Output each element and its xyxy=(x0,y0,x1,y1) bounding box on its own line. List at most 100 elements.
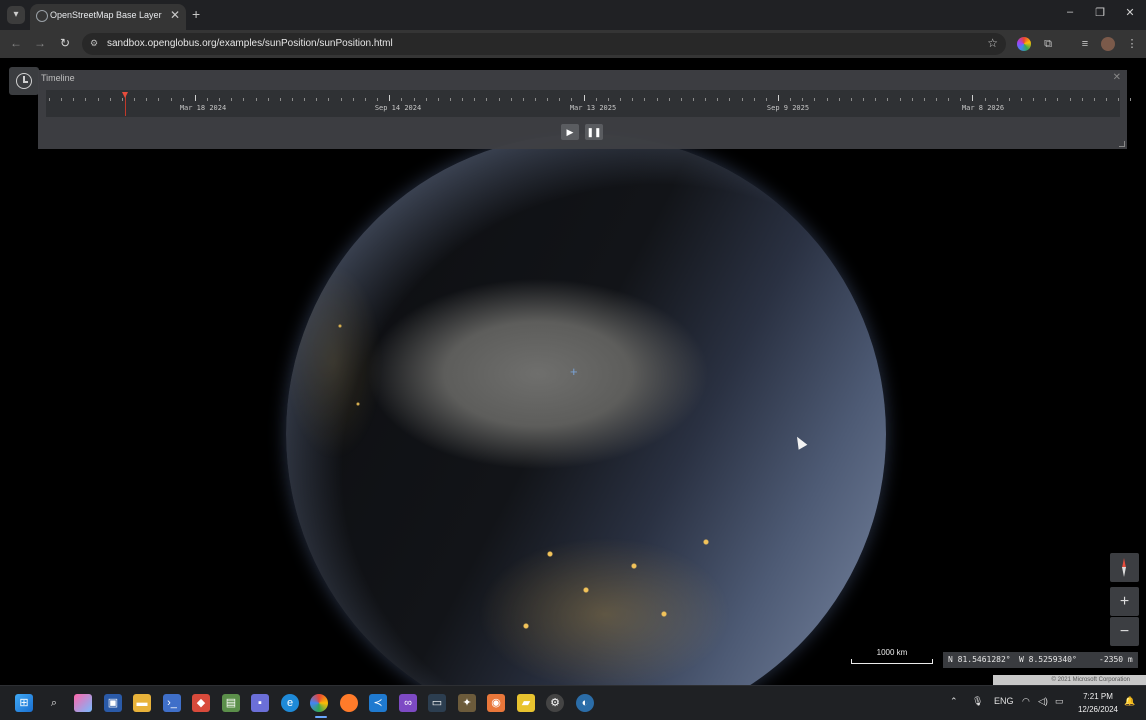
reload-button[interactable]: ↻ xyxy=(57,36,73,50)
timeline-tick xyxy=(802,98,804,101)
timeline-tick xyxy=(996,98,998,101)
sticky-notes-icon[interactable]: ▰ xyxy=(517,694,535,712)
timeline-tick xyxy=(753,98,755,101)
timeline-tick xyxy=(875,98,877,101)
edge-icon[interactable]: e xyxy=(281,694,299,712)
close-tab-icon[interactable]: ✕ xyxy=(170,8,180,22)
volume-icon[interactable]: ◁) xyxy=(1038,696,1048,707)
timeline-tick xyxy=(826,98,828,101)
pause-button[interactable]: ❚❚ xyxy=(585,124,603,140)
timeline-tick xyxy=(644,98,646,101)
resize-handle[interactable] xyxy=(1119,141,1125,147)
back-button[interactable]: ← xyxy=(8,36,24,50)
globe-app-icon[interactable]: ◐ xyxy=(576,694,594,712)
timeline-tick xyxy=(729,98,731,101)
timeline-tick xyxy=(814,98,816,101)
forward-button[interactable]: → xyxy=(32,36,48,50)
timeline-tick xyxy=(1130,98,1132,101)
timeline-tick xyxy=(73,98,75,101)
app-settings-icon[interactable]: ⚙ xyxy=(546,694,564,712)
visual-studio-icon[interactable]: ∞ xyxy=(399,694,417,712)
search-icon[interactable]: ⌕ xyxy=(45,694,63,712)
tab-search-button[interactable]: ▾ xyxy=(7,6,25,24)
timeline-close-icon[interactable]: ✕ xyxy=(1113,72,1121,83)
zoom-in-button[interactable]: + xyxy=(1110,587,1139,616)
browser-tab[interactable]: OpenStreetMap Base Layer ✕ xyxy=(30,4,186,30)
center-crosshair-icon: + xyxy=(570,364,578,379)
site-info-icon[interactable]: ⚙ xyxy=(90,38,101,49)
firefox-icon[interactable] xyxy=(340,694,358,712)
timeline-tick xyxy=(462,98,464,101)
tab-title: OpenStreetMap Base Layer xyxy=(50,10,162,20)
timeline-tick xyxy=(838,98,840,101)
notification-bell-icon[interactable]: 🔔 xyxy=(1124,696,1135,707)
timeline-toggle-button[interactable] xyxy=(9,67,39,95)
minimize-button[interactable]: – xyxy=(1060,6,1080,18)
bookmark-star-icon[interactable]: ☆ xyxy=(987,36,998,50)
copilot-icon[interactable] xyxy=(74,694,92,712)
timeline-label: Mar 13 2025 xyxy=(569,104,617,112)
app-red-icon[interactable]: ◆ xyxy=(192,694,210,712)
timeline-tick xyxy=(377,98,379,101)
timeline-tick xyxy=(437,98,439,101)
timeline-tick xyxy=(899,98,901,101)
timeline-tick xyxy=(1008,98,1010,101)
extensions-icon[interactable]: ⧉ xyxy=(1041,37,1055,51)
timeline-tick xyxy=(607,98,609,101)
wifi-icon[interactable]: ◠ xyxy=(1022,696,1030,707)
browser-window: ▾ OpenStreetMap Base Layer ✕ + – ❐ ✕ ← →… xyxy=(0,0,1146,720)
timeline-title: Timeline xyxy=(41,73,75,83)
timeline-tick xyxy=(935,98,937,101)
profile-avatar[interactable] xyxy=(1101,37,1115,51)
tray-overflow-icon[interactable]: ⌃ xyxy=(950,696,958,707)
gimp-icon[interactable]: ✦ xyxy=(458,694,476,712)
start-windows-icon[interactable]: ⊞ xyxy=(15,694,33,712)
monitor-app-icon[interactable]: ▭ xyxy=(428,694,446,712)
timeline-tick xyxy=(522,98,524,101)
new-tab-button[interactable]: + xyxy=(192,6,200,22)
battery-icon[interactable]: ▭ xyxy=(1055,696,1064,707)
file-explorer-icon[interactable]: ▬ xyxy=(133,694,151,712)
menu-dots-icon[interactable]: ⋮ xyxy=(1125,37,1139,51)
pause-icon: ❚❚ xyxy=(586,127,602,137)
timeline-track[interactable]: Mar 18 2024 Sep 14 2024 Mar 13 2025 Sep … xyxy=(46,90,1132,117)
restore-button[interactable]: ❐ xyxy=(1090,6,1110,19)
timeline-tick xyxy=(292,98,293,101)
language-indicator[interactable]: ENG xyxy=(994,696,1014,706)
teams-icon[interactable]: ▣ xyxy=(104,694,122,712)
compass-button[interactable] xyxy=(1110,553,1139,582)
scale-bar-line xyxy=(851,659,933,664)
timeline-tick xyxy=(1081,98,1083,101)
timeline-tick xyxy=(948,98,950,101)
timeline-tick xyxy=(413,98,415,101)
scale-bar: 1000 km xyxy=(851,648,933,664)
url-text: sandbox.openglobus.org/examples/sunPosit… xyxy=(107,38,393,49)
timeline-tick xyxy=(425,98,427,101)
timeline-tick xyxy=(121,98,123,101)
globe-viewport[interactable]: + Timeline ✕ Mar 18 2024 Sep 14 2024 Mar… xyxy=(0,58,1146,685)
app-network-icon[interactable]: ▤ xyxy=(222,694,240,712)
map-attribution: © 2021 Microsoft Corporation xyxy=(993,675,1146,685)
powershell-icon[interactable]: ›_ xyxy=(163,694,181,712)
timeline-tick xyxy=(267,98,269,101)
media-control-icon[interactable]: ≡ xyxy=(1078,37,1092,51)
timeline-current-marker[interactable] xyxy=(122,92,128,116)
timeline-tick xyxy=(182,98,184,101)
chrome-icon[interactable] xyxy=(310,694,328,712)
clock-time: 7:21 PM xyxy=(1083,692,1113,701)
close-window-button[interactable]: ✕ xyxy=(1120,6,1140,19)
blender-icon[interactable]: ◉ xyxy=(487,694,505,712)
timeline-tick xyxy=(158,98,160,101)
timeline-tick xyxy=(632,98,634,101)
save-app-icon[interactable]: ▪ xyxy=(251,694,269,712)
timeline-tick xyxy=(790,98,792,101)
zoom-out-button[interactable]: − xyxy=(1110,617,1139,646)
address-bar[interactable]: ⚙ sandbox.openglobus.org/examples/sunPos… xyxy=(82,33,1006,55)
microphone-icon[interactable]: 🎙 xyxy=(972,696,983,707)
timeline-tick xyxy=(510,98,512,101)
color-extension-icon[interactable] xyxy=(1017,37,1031,51)
play-button[interactable]: ▶ xyxy=(561,124,579,140)
compass-south-needle xyxy=(1122,567,1126,577)
vscode-icon[interactable]: ≺ xyxy=(369,694,387,712)
system-clock[interactable]: 7:21 PM 12/26/2024 xyxy=(1074,690,1122,716)
